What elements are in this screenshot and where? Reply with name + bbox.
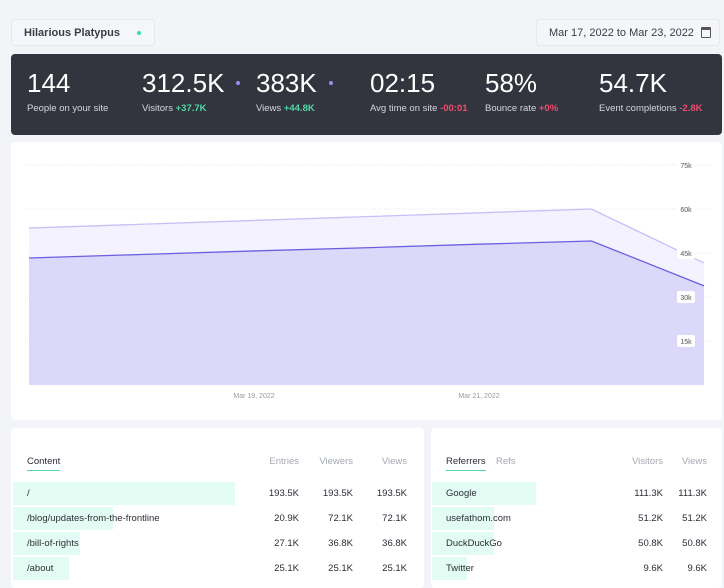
viewers-value: 72.1K [328,513,353,524]
stat-value: 312.5K [142,68,225,98]
stat-delta: +37.7K [175,103,207,114]
stat-delta: +0% [538,103,559,114]
views-value: 72.1K [382,513,407,524]
stat-visitors[interactable]: 312.5K Visitors +37.7K [142,68,241,114]
stat-label: People on your site [27,103,109,114]
x-tick-label: Mar 21, 2022 [458,393,499,400]
stat-delta: -00:01 [440,103,468,114]
live-status-dot [137,31,141,35]
views-value: 51.2K [682,513,707,524]
referrer-row[interactable]: Google 111.3K 111.3K [432,482,722,505]
content-path: /bill-of-rights [27,538,79,549]
content-path: / [27,488,30,499]
referrer-row[interactable]: DuckDuckGo 50.8K 50.8K [432,532,722,555]
referrers-panel: Referrers Refs Visitors Views Google 111.… [431,428,722,588]
stat-delta: +44.8K [283,103,315,114]
stats-bar: 144 People on your site 312.5K Visitors … [11,54,722,135]
traffic-chart-card: 15k 30k 45k 60k 75k Mar 19, 2022 Mar 21, 2022 [11,142,722,420]
content-row[interactable]: /about 25.1K 25.1K 25.1K [13,557,424,580]
entries-value: 27.1K [274,538,299,549]
referrer-row[interactable]: usefathom.com 51.2K 51.2K [432,507,722,530]
views-value: 25.1K [382,563,407,574]
y-tick-label: 15k [680,339,692,346]
referrer-name: usefathom.com [446,513,511,524]
content-path: /about [27,563,54,574]
area-visitors [29,240,704,385]
stat-label: Visitors [142,103,173,114]
calendar-icon [701,27,711,38]
y-tick-label: 60k [680,207,692,214]
views-value: 36.8K [382,538,407,549]
views-value: 193.5K [376,488,407,499]
date-range-picker[interactable]: Mar 17, 2022 to Mar 23, 2022 [536,19,720,46]
stat-avg-time: 02:15 Avg time on site -00:01 [370,68,468,114]
column-header-views[interactable]: Views [347,456,407,467]
referrer-name: Google [446,488,477,499]
viewers-value: 25.1K [328,563,353,574]
stat-live-people: 144 People on your site [27,68,108,114]
content-row[interactable]: /blog/updates-from-the-frontline 20.9K 72.… [13,507,424,530]
series-dot-icon [236,81,241,85]
date-range-label: Mar 17, 2022 to Mar 23, 2022 [549,26,694,39]
tab-referrers[interactable]: Referrers [446,456,486,471]
referrer-name: DuckDuckGo [446,538,502,549]
x-tick-label: Mar 19, 2022 [233,393,274,400]
site-name: Hilarious Platypus [24,26,120,39]
views-value: 111.3K [678,488,707,499]
column-header-views[interactable]: Views [647,456,707,467]
stat-value: 383K [256,68,317,98]
viewers-value: 36.8K [328,538,353,549]
content-row[interactable]: /bill-of-rights 27.1K 36.8K 36.8K [13,532,424,555]
views-value: 9.6K [687,563,707,574]
y-tick-label: 30k [680,295,692,302]
stat-bounce-rate: 58% Bounce rate +0% [485,68,558,114]
y-tick-label: 75k [680,163,692,170]
stat-views[interactable]: 383K Views +44.8K [256,68,333,114]
views-value: 50.8K [682,538,707,549]
content-panel: Content Entries Viewers Views / 193.5K 193… [11,428,424,588]
entries-value: 20.9K [274,513,299,524]
series-dot-icon [328,81,333,85]
share-bar [13,482,235,505]
stat-value: 144 [27,68,71,98]
stat-delta: -2.8K [679,103,703,114]
referrer-row[interactable]: Twitter 9.6K 9.6K [432,557,722,580]
stat-value: 54.7K [599,68,667,98]
stat-label: Views [256,103,282,114]
stat-label: Avg time on site [370,103,438,114]
column-header-viewers[interactable]: Viewers [293,456,353,467]
stat-label: Bounce rate [485,103,537,114]
entries-value: 25.1K [274,563,299,574]
y-tick-label: 45k [680,251,692,258]
stat-event-completions: 54.7K Event completions -2.8K [599,68,703,114]
traffic-chart[interactable]: 15k 30k 45k 60k 75k Mar 19, 2022 Mar 21, 2022 [11,142,722,420]
stat-value: 58% [485,68,538,98]
stat-value: 02:15 [370,68,436,98]
viewers-value: 193.5K [322,488,353,499]
entries-value: 193.5K [268,488,299,499]
column-header-entries[interactable]: Entries [239,456,299,467]
tab-refs[interactable]: Refs [496,456,516,467]
site-selector[interactable]: Hilarious Platypus [11,19,155,46]
tab-content[interactable]: Content [27,456,61,471]
content-path: /blog/updates-from-the-frontline [27,513,160,524]
stat-label: Event completions [599,103,677,114]
content-row[interactable]: / 193.5K 193.5K 193.5K [13,482,424,505]
referrer-name: Twitter [446,563,474,574]
